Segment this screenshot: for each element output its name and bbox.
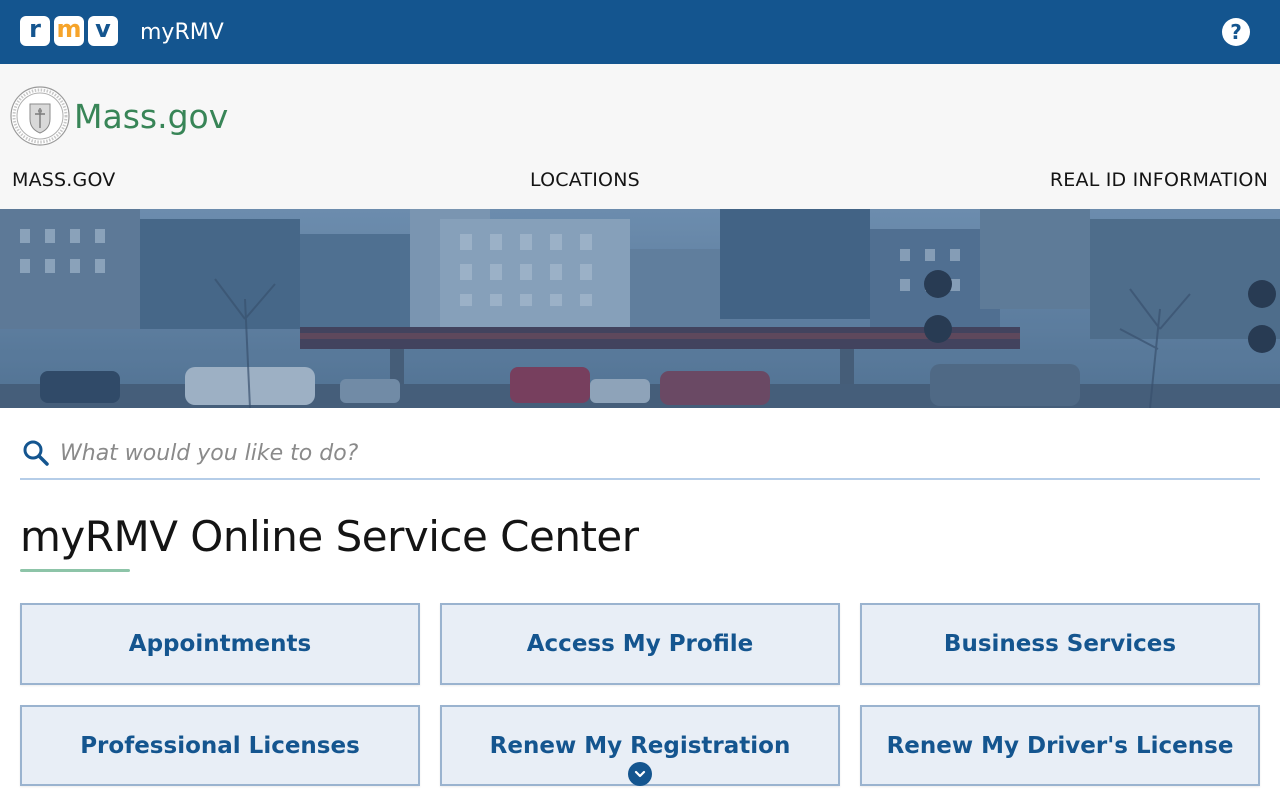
help-button[interactable]: ? — [1222, 18, 1250, 46]
title-underline — [20, 569, 130, 572]
hero-banner-image — [0, 209, 1280, 408]
main-nav: MASS.GOV LOCATIONS REAL ID INFORMATION — [0, 169, 1280, 199]
mass-gov-logo[interactable]: Mass.gov — [10, 86, 228, 146]
top-bar: r m v myRMV ? — [0, 0, 1280, 64]
rmv-logo-letter-m: m — [54, 16, 84, 46]
rmv-logo[interactable]: r m v — [20, 16, 118, 48]
rmv-logo-letter-r: r — [20, 16, 50, 46]
app-name: myRMV — [140, 19, 224, 45]
massachusetts-seal-icon — [10, 86, 70, 146]
nav-mass-gov[interactable]: MASS.GOV — [12, 169, 116, 191]
renew-my-drivers-license-button[interactable]: Renew My Driver's License — [860, 705, 1260, 786]
mass-gov-header: Mass.gov MASS.GOV LOCATIONS REAL ID INFO… — [0, 64, 1280, 209]
chevron-down-icon — [634, 770, 646, 778]
scroll-down-button[interactable] — [628, 762, 652, 786]
nav-locations[interactable]: LOCATIONS — [530, 169, 640, 191]
business-services-button[interactable]: Business Services — [860, 603, 1260, 685]
professional-licenses-button[interactable]: Professional Licenses — [20, 705, 420, 786]
nav-real-id-information[interactable]: REAL ID INFORMATION — [1050, 169, 1268, 191]
appointments-button[interactable]: Appointments — [20, 603, 420, 685]
help-icon: ? — [1230, 20, 1242, 44]
search-icon[interactable] — [22, 439, 50, 467]
mass-gov-logo-text: Mass.gov — [74, 96, 229, 136]
rmv-logo-letter-v: v — [88, 16, 118, 46]
access-my-profile-button[interactable]: Access My Profile — [440, 603, 840, 685]
search-bar — [20, 428, 1260, 480]
page-title: myRMV Online Service Center — [20, 512, 639, 561]
search-input[interactable] — [60, 440, 1240, 466]
